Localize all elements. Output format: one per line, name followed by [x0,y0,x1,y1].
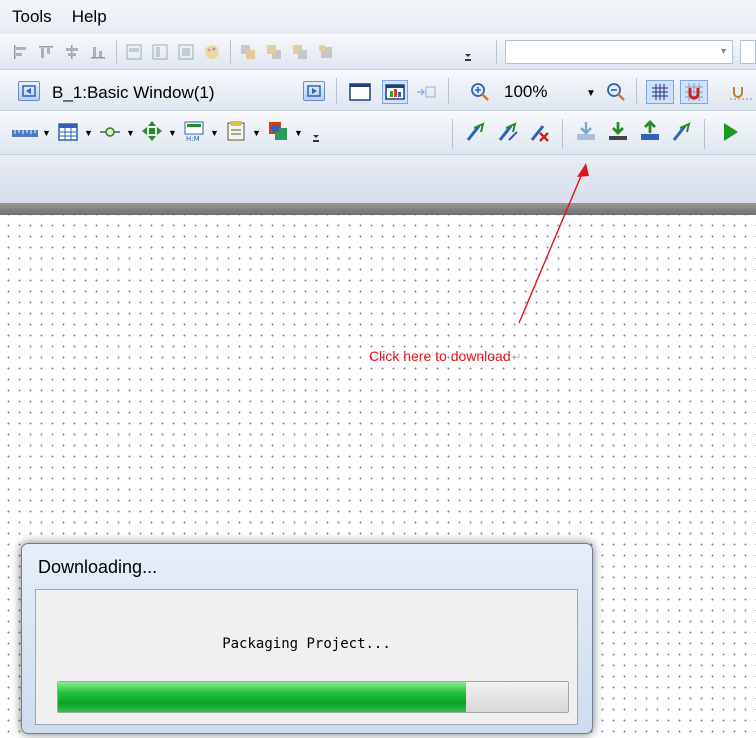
progress-bar [57,681,569,713]
status-text: Packaging Project... [222,636,391,652]
dialog-title: Downloading... [38,557,158,577]
dialog-body: Packaging Project... [35,589,578,725]
download-dialog: Downloading... Packaging Project... [21,543,593,734]
annotation-text: Click here to download [369,348,511,364]
progress-fill [58,682,466,712]
return-mark: ↵ [511,350,522,364]
annotation-label: Click here to download↵ [369,348,522,364]
